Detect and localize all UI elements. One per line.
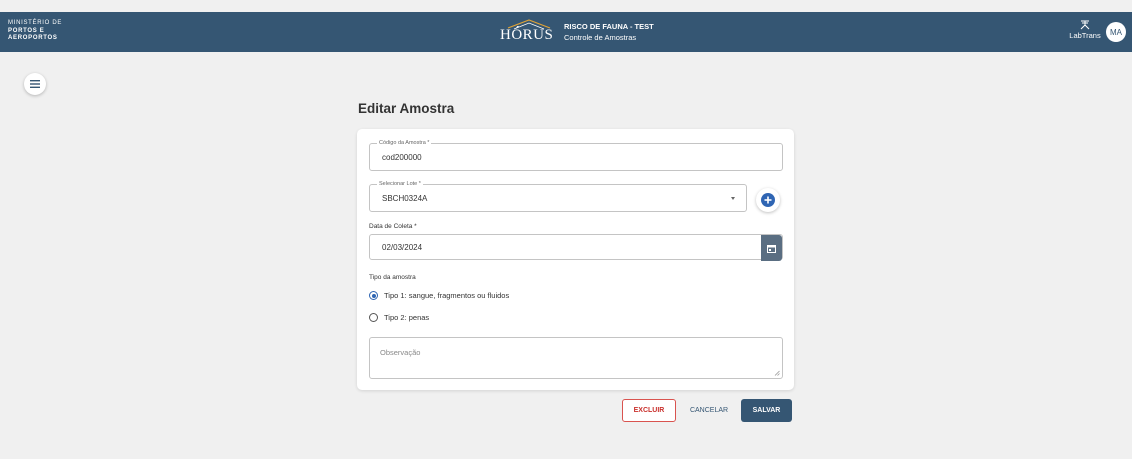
lot-select-value: SBCH0324A (382, 194, 428, 203)
labtrans-label: LabTrans (1069, 31, 1101, 40)
observation-textarea[interactable]: Observação (369, 337, 783, 379)
collection-date-value: 02/03/2024 (382, 243, 423, 252)
horus-logo: HÓRUS (500, 17, 558, 47)
app-subtitle: Controle de Amostras (564, 33, 637, 42)
sample-code-label: Código da Amostra * (377, 140, 432, 147)
plus-circle-icon (761, 193, 775, 207)
sample-type-option-label: Tipo 2: penas (384, 313, 430, 322)
resize-handle-icon[interactable] (774, 370, 780, 376)
save-button[interactable]: SALVAR (741, 399, 792, 422)
app-titles: RISCO DE FAUNA - TEST Controle de Amostr… (564, 21, 654, 43)
collection-date-field[interactable]: 02/03/2024 (369, 234, 783, 261)
cancel-button[interactable]: CANCELAR (684, 399, 734, 422)
calendar-button[interactable] (761, 235, 782, 261)
menu-button[interactable] (24, 73, 46, 95)
lot-select[interactable]: Selecionar Lote * SBCH0324A (369, 181, 747, 212)
ministry-line: AEROPORTOS (8, 35, 58, 41)
sample-code-value: cod200000 (382, 153, 422, 162)
radio-selected-icon (369, 291, 378, 300)
top-bar: MINISTÉRIO DE PORTOS E AEROPORTOS HÓRUS … (0, 12, 1132, 52)
labtrans-logo-icon (1080, 20, 1090, 30)
app-brand: HÓRUS RISCO DE FAUNA - TEST Controle de … (500, 17, 654, 47)
ministry-logo: MINISTÉRIO DE PORTOS E AEROPORTOS (8, 20, 62, 43)
collection-date-label: Data de Coleta * (369, 223, 417, 230)
app-title: RISCO DE FAUNA - TEST (564, 22, 654, 31)
sample-code-field[interactable]: Código da Amostra * cod200000 (369, 140, 783, 171)
form-card: Código da Amostra * cod200000 Selecionar… (357, 129, 794, 390)
ministry-line: PORTOS E (8, 27, 45, 34)
observation-placeholder: Observação (380, 348, 421, 357)
caret-down-icon (731, 197, 735, 200)
sample-type-option-1[interactable]: Tipo 1: sangue, fragmentos ou fluidos (369, 291, 509, 300)
calendar-icon (767, 244, 776, 253)
sample-type-option-label: Tipo 1: sangue, fragmentos ou fluidos (384, 291, 510, 300)
hamburger-icon (30, 80, 40, 88)
add-lot-button[interactable] (756, 188, 780, 212)
radio-unselected-icon (369, 313, 378, 322)
lot-select-label: Selecionar Lote * (377, 181, 423, 188)
user-avatar[interactable]: MA (1106, 22, 1126, 42)
page-title: Editar Amostra (358, 101, 455, 116)
labtrans-logo: LabTrans (1068, 20, 1102, 40)
delete-button[interactable]: EXCLUIR (622, 399, 676, 422)
ministry-line: MINISTÉRIO DE (8, 20, 63, 26)
sample-type-label: Tipo da amostra (369, 274, 416, 281)
sample-type-option-2[interactable]: Tipo 2: penas (369, 313, 429, 322)
logo-text: HÓRUS (500, 27, 554, 43)
